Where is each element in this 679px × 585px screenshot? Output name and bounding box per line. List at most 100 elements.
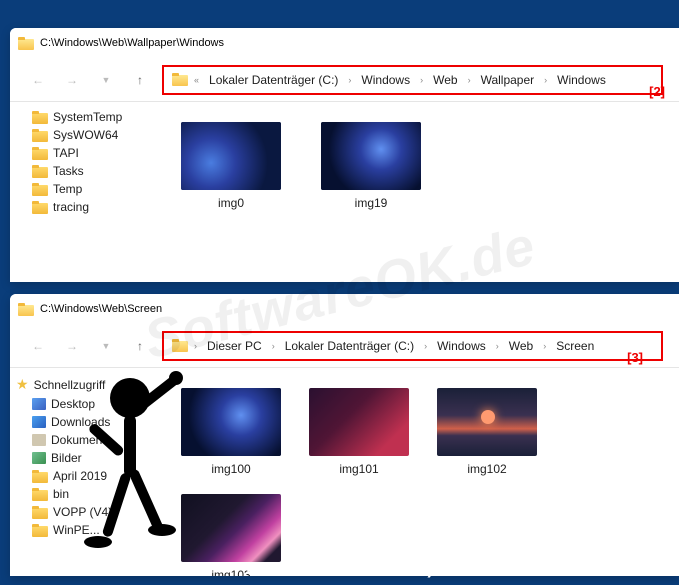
file-label: img101 — [339, 462, 378, 476]
nav-back-button[interactable]: ← — [26, 334, 50, 358]
tree-item-label: TAPI — [53, 146, 79, 160]
thumbnail-icon — [181, 122, 281, 190]
overflow-chevron[interactable]: « — [192, 75, 201, 85]
tree-item-label: Schnellzugriff — [34, 378, 106, 392]
breadcrumb-item[interactable]: Dieser PC — [203, 337, 266, 355]
window-title: C:\Windows\Web\Wallpaper\Windows — [40, 37, 224, 49]
window-title: C:\Windows\Web\Screen — [40, 303, 162, 315]
explorer-window-1: C:\Windows\Web\Wallpaper\Windows ← → ▼ ↑… — [10, 28, 679, 282]
breadcrumb-item[interactable]: Lokaler Datenträger (C:) — [281, 337, 418, 355]
tree-item[interactable]: WinPE... — [12, 521, 164, 539]
breadcrumb-item[interactable]: Windows — [553, 71, 610, 89]
chevron-right-icon: › — [346, 75, 353, 85]
breadcrumb-item[interactable]: Web — [429, 71, 461, 89]
tree-item[interactable]: tracing — [12, 198, 164, 216]
desktop-icon — [32, 398, 46, 410]
breadcrumb-item[interactable]: Lokaler Datenträger (C:) — [205, 71, 342, 89]
folder-icon — [32, 111, 48, 124]
file-item[interactable]: img19 — [316, 122, 426, 210]
tree-item-label: bin — [53, 487, 69, 501]
breadcrumb-item[interactable]: Screen — [552, 337, 598, 355]
file-pane[interactable]: img100 img101 img102 img103 — [166, 368, 679, 576]
address-bar[interactable]: « Lokaler Datenträger (C:) › Windows › W… — [162, 65, 663, 95]
toolbar: ← → ▼ ↑ « Lokaler Datenträger (C:) › Win… — [10, 58, 679, 102]
tree-item-label: Temp — [53, 182, 82, 196]
folder-icon — [18, 37, 34, 50]
thumbnail-icon — [181, 494, 281, 562]
explorer-window-2: C:\Windows\Web\Screen ← → ▼ ↑ › Dieser P… — [10, 294, 679, 576]
tree-item[interactable]: TAPI — [12, 144, 164, 162]
file-label: img102 — [467, 462, 506, 476]
tree-item[interactable]: Tasks — [12, 162, 164, 180]
folder-icon — [172, 73, 188, 86]
breadcrumb-item[interactable]: Windows — [357, 71, 414, 89]
nav-back-button[interactable]: ← — [26, 68, 50, 92]
folder-icon — [32, 524, 48, 537]
nav-forward-button[interactable]: → — [60, 68, 84, 92]
tree-item-label: Downloads — [51, 415, 110, 429]
chevron-right-icon: › — [541, 341, 548, 351]
file-pane[interactable]: img0 img19 — [166, 102, 679, 282]
chevron-right-icon: › — [192, 341, 199, 351]
content-area: ★ Schnellzugriff Desktop Downloads Dokume… — [10, 368, 679, 576]
tree-item-quickaccess[interactable]: ★ Schnellzugriff — [12, 374, 164, 395]
tree-item-label: Tasks — [53, 164, 84, 178]
file-item[interactable]: img102 — [432, 388, 542, 476]
thumbnail-icon — [437, 388, 537, 456]
content-area: SystemTemp SysWOW64 TAPI Tasks Temp trac… — [10, 102, 679, 282]
nav-dropdown-button[interactable]: ▼ — [94, 334, 118, 358]
chevron-right-icon: › — [542, 75, 549, 85]
tree-item-label: VOPP (V4) — [53, 505, 112, 519]
chevron-right-icon: › — [270, 341, 277, 351]
folder-icon — [32, 506, 48, 519]
thumbnail-icon — [321, 122, 421, 190]
folder-icon — [32, 165, 48, 178]
breadcrumb-item[interactable]: Wallpaper — [477, 71, 539, 89]
tree-item[interactable]: VOPP (V4) — [12, 503, 164, 521]
tree-item-label: SystemTemp — [53, 110, 122, 124]
annotation-3: [3] — [627, 350, 643, 365]
documents-icon — [32, 434, 46, 446]
titlebar[interactable]: C:\Windows\Web\Screen — [10, 294, 679, 324]
navigation-tree: ★ Schnellzugriff Desktop Downloads Dokume… — [10, 368, 166, 576]
tree-item[interactable]: SystemTemp — [12, 108, 164, 126]
tree-item-label: SysWOW64 — [53, 128, 118, 142]
navigation-tree: SystemTemp SysWOW64 TAPI Tasks Temp trac… — [10, 102, 166, 282]
folder-icon — [32, 147, 48, 160]
pictures-icon — [32, 452, 46, 464]
chevron-right-icon: › — [418, 75, 425, 85]
tree-item[interactable]: SysWOW64 — [12, 126, 164, 144]
address-bar[interactable]: › Dieser PC › Lokaler Datenträger (C:) ›… — [162, 331, 663, 361]
nav-dropdown-button[interactable]: ▼ — [94, 68, 118, 92]
tree-item[interactable]: April 2019 — [12, 467, 164, 485]
breadcrumb-item[interactable]: Windows — [433, 337, 490, 355]
nav-up-button[interactable]: ↑ — [128, 68, 152, 92]
folder-icon — [32, 488, 48, 501]
chevron-right-icon: › — [466, 75, 473, 85]
tree-item[interactable]: Temp — [12, 180, 164, 198]
tree-item-label: tracing — [53, 200, 89, 214]
tree-item[interactable]: Dokumente — [12, 431, 164, 449]
thumbnail-icon — [181, 388, 281, 456]
nav-up-button[interactable]: ↑ — [128, 334, 152, 358]
star-icon: ★ — [16, 376, 29, 393]
footer-text: www.SoftwareOK.de :-) — [0, 559, 679, 579]
titlebar[interactable]: C:\Windows\Web\Wallpaper\Windows — [10, 28, 679, 58]
tree-item[interactable]: Bilder — [12, 449, 164, 467]
file-item[interactable]: img0 — [176, 122, 286, 210]
tree-item[interactable]: Downloads — [12, 413, 164, 431]
toolbar: ← → ▼ ↑ › Dieser PC › Lokaler Datenträge… — [10, 324, 679, 368]
breadcrumb-item[interactable]: Web — [505, 337, 537, 355]
tree-item[interactable]: Desktop — [12, 395, 164, 413]
tree-item[interactable]: bin — [12, 485, 164, 503]
folder-icon — [172, 339, 188, 352]
annotation-2: [2] — [649, 84, 665, 99]
file-item[interactable]: img101 — [304, 388, 414, 476]
tree-item-label: April 2019 — [53, 469, 107, 483]
file-item[interactable]: img100 — [176, 388, 286, 476]
nav-forward-button[interactable]: → — [60, 334, 84, 358]
tree-item-label: Dokumente — [51, 433, 112, 447]
folder-icon — [18, 303, 34, 316]
chevron-right-icon: › — [422, 341, 429, 351]
downloads-icon — [32, 416, 46, 428]
